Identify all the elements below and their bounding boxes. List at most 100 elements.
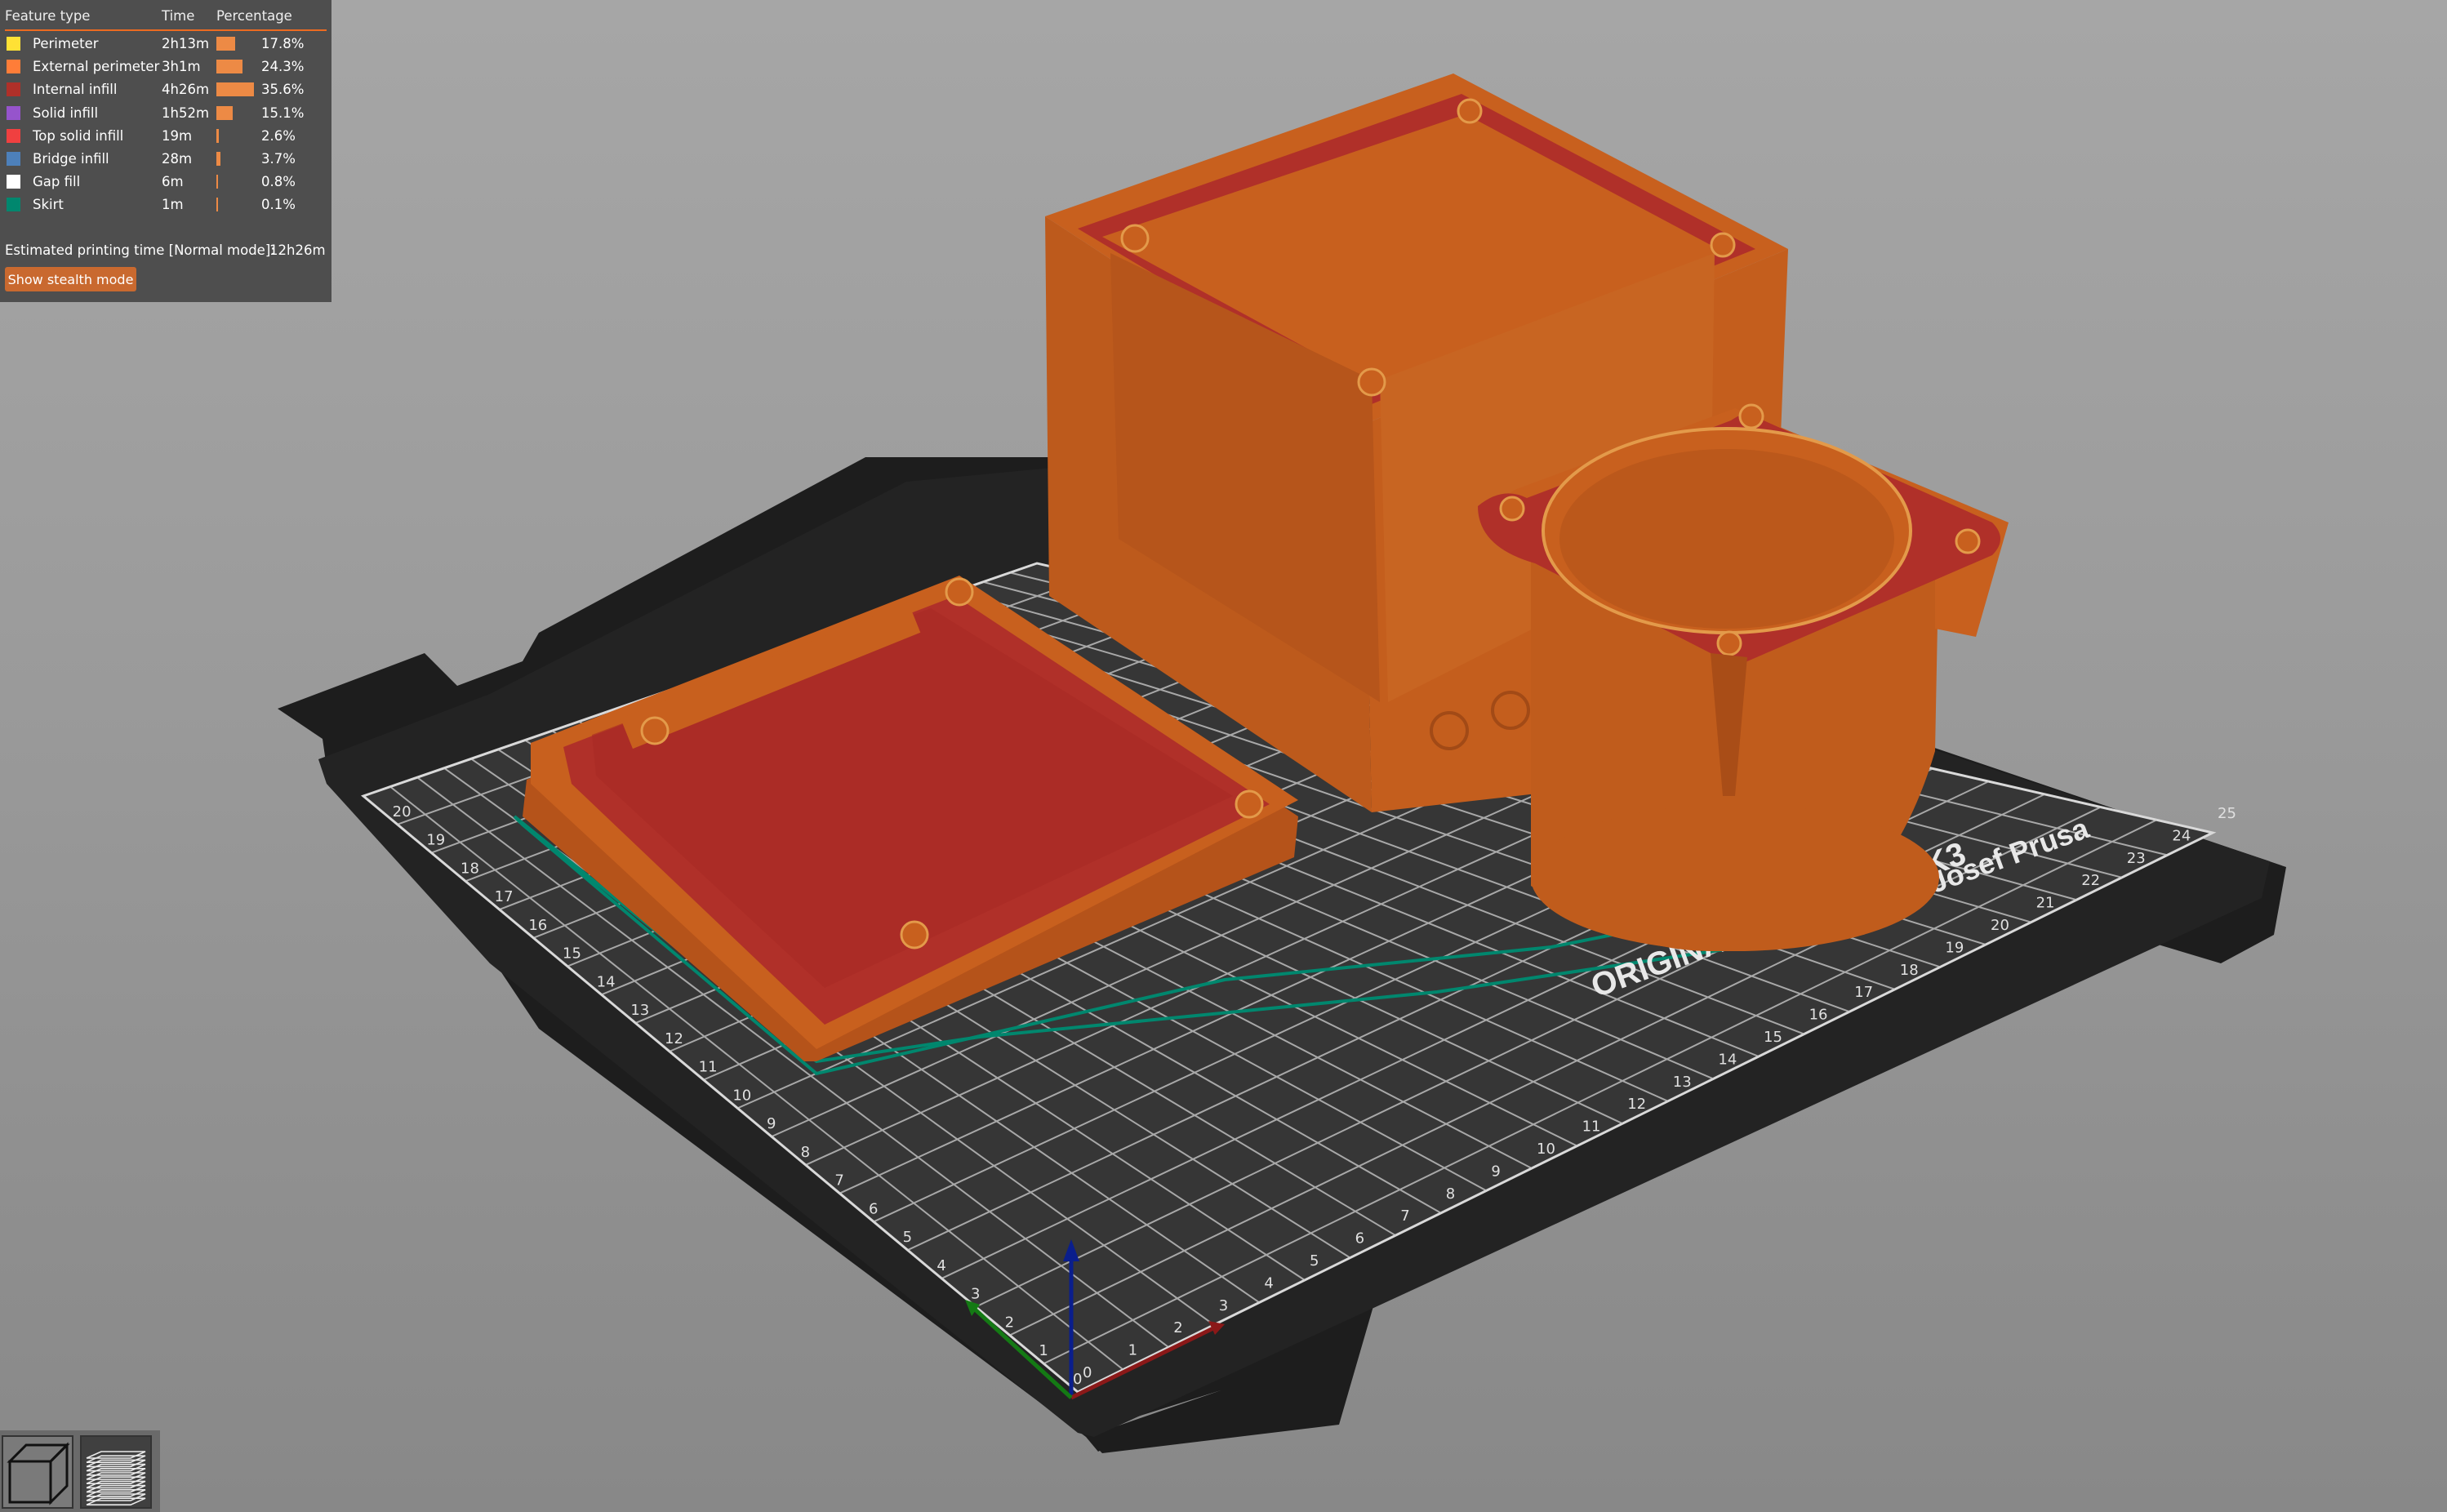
bed-axis-label-y: 19 [426,832,445,849]
legend-color-swatch [7,152,20,166]
legend-feature-percentage: 2.6% [261,127,296,144]
layer-line [86,1459,146,1468]
bed-axis-label-x: 5 [1310,1252,1319,1270]
bed-axis-label-x: 13 [1673,1074,1692,1091]
layers-icon [86,1451,146,1505]
layer-line [86,1493,146,1501]
bed-axis-label-y: 10 [732,1087,751,1104]
bed-axis-label-x: 20 [1991,917,2009,934]
bed-axis-label-y: 3 [971,1286,980,1303]
layer-line [86,1489,146,1497]
bed-axis-label-y: 6 [869,1200,878,1217]
legend-header-percentage: Percentage [216,8,292,24]
legend-feature-percentage: 24.3% [261,59,305,75]
legend-percentage-bar [216,128,220,143]
layer-line [86,1463,146,1472]
legend-feature-time: 6m [162,174,184,190]
legend-header-time: Time [162,8,195,24]
bed-axis-label-y: 8 [801,1144,810,1161]
layer-line [86,1480,146,1489]
legend-color-swatch [7,82,20,97]
3d-view-button[interactable] [2,1435,73,1509]
bed-axis-label-x: 9 [1491,1163,1500,1180]
bed-axis-label-x: 3 [1219,1297,1228,1314]
estimated-time-label: Estimated printing time [Normal mode]: [5,242,275,258]
legend-percentage-bar [216,105,233,120]
bed-axis-label-x: 25 [2218,805,2236,822]
bed-axis-label-x: 19 [1945,939,1964,956]
legend-percentage-bar [216,152,220,166]
legend-row: Perimeter 2h13m 17.8% [0,34,331,54]
legend-feature-percentage: 0.8% [261,174,296,190]
bed-axis-label-y: 2 [1005,1314,1014,1331]
legend-feature-time: 1m [162,197,184,213]
bed-axis-label-y: 18 [460,860,479,877]
legend-row: Solid infill 1h52m 15.1% [0,104,331,123]
bed-axis-label-y: 7 [834,1172,843,1190]
cube-icon [7,1442,70,1505]
legend-feature-name: Gap fill [33,174,81,190]
legend-feature-name: Top solid infill [33,127,124,144]
bed-axis-label-x: 8 [1446,1185,1455,1203]
legend-percentage-bar [216,175,218,189]
bed-axis-label-x: 22 [2081,872,2100,889]
bed-axis-label-y: 1 [1039,1342,1048,1359]
legend-feature-percentage: 35.6% [261,82,305,98]
bed-axis-label-y: 0 [1073,1371,1082,1388]
legend-color-swatch [7,105,20,120]
preview-button[interactable] [80,1435,152,1509]
legend-feature-time: 19m [162,127,193,144]
legend-color-swatch [7,60,20,74]
bed-axis-label-x: 4 [1264,1274,1273,1292]
3d-viewport[interactable]: ORIGINAL PRUSA i3 MK3 by Josef Prusa [0,0,2447,1512]
legend-percentage-bar [216,60,242,74]
legend-row: External perimeter 3h1m 24.3% [0,57,331,77]
legend-row: Bridge infill 28m 3.7% [0,149,331,169]
legend-feature-percentage: 15.1% [261,105,305,121]
legend-row: Skirt 1m 0.1% [0,195,331,215]
legend-percentage-bar [216,198,218,212]
bed-axis-label-x: 21 [2036,895,2055,912]
legend-feature-percentage: 3.7% [261,151,296,167]
bed-axis-label-x: 0 [1083,1364,1092,1381]
bed-axis-label-x: 10 [1537,1141,1555,1158]
legend-feature-name: Bridge infill [33,151,109,167]
show-stealth-mode-button[interactable]: Show stealth mode [5,267,136,291]
bed-axis-label-x: 11 [1582,1118,1601,1136]
cylinder-part [1478,403,2009,952]
bed-axis-label-x: 12 [1627,1096,1646,1113]
bed-axis-label-x: 15 [1764,1029,1782,1046]
layer-line [86,1476,146,1485]
legend-feature-name: Skirt [33,197,64,213]
legend-feature-time: 2h13m [162,36,210,51]
bed-axis-label-y: 16 [528,917,547,934]
layer-line [86,1497,146,1505]
bed-axis-label-x: 14 [1718,1051,1737,1068]
bed-axis-label-x: 7 [1400,1207,1409,1225]
bed-axis-label-y: 5 [903,1229,912,1246]
bed-axis-label-y: 13 [630,1002,649,1019]
layer-line [86,1472,146,1480]
legend-feature-name: Perimeter [33,36,99,51]
legend-feature-time: 3h1m [162,59,201,75]
legend-feature-percentage: 0.1% [261,197,296,213]
legend-feature-name: Solid infill [33,105,99,121]
bed-axis-label-x: 1 [1128,1342,1137,1359]
bed-axis-label-x: 2 [1173,1319,1182,1336]
bed-axis-label-y: 20 [393,803,412,820]
bed-axis-label-x: 6 [1355,1230,1364,1247]
bed-axis-label-y: 15 [563,945,581,963]
legend-color-swatch [7,198,20,212]
legend-row: Gap fill 6m 0.8% [0,172,331,192]
view-toolbar [0,1430,160,1512]
legend-feature-name: Internal infill [33,82,118,98]
legend-feature-time: 1h52m [162,105,210,121]
bed-axis-label-y: 12 [665,1030,683,1047]
bed-axis-label-x: 23 [2127,850,2146,867]
bed-axis-label-x: 17 [1854,984,1873,1001]
legend-row: Top solid infill 19m 2.6% [0,127,331,146]
legend-percentage-bar [216,37,236,51]
bed-axis-label-y: 11 [699,1059,718,1076]
legend-panel: Feature type Time Percentage Perimeter 2h… [0,0,331,302]
bed-axis-label-y: 4 [937,1257,945,1274]
